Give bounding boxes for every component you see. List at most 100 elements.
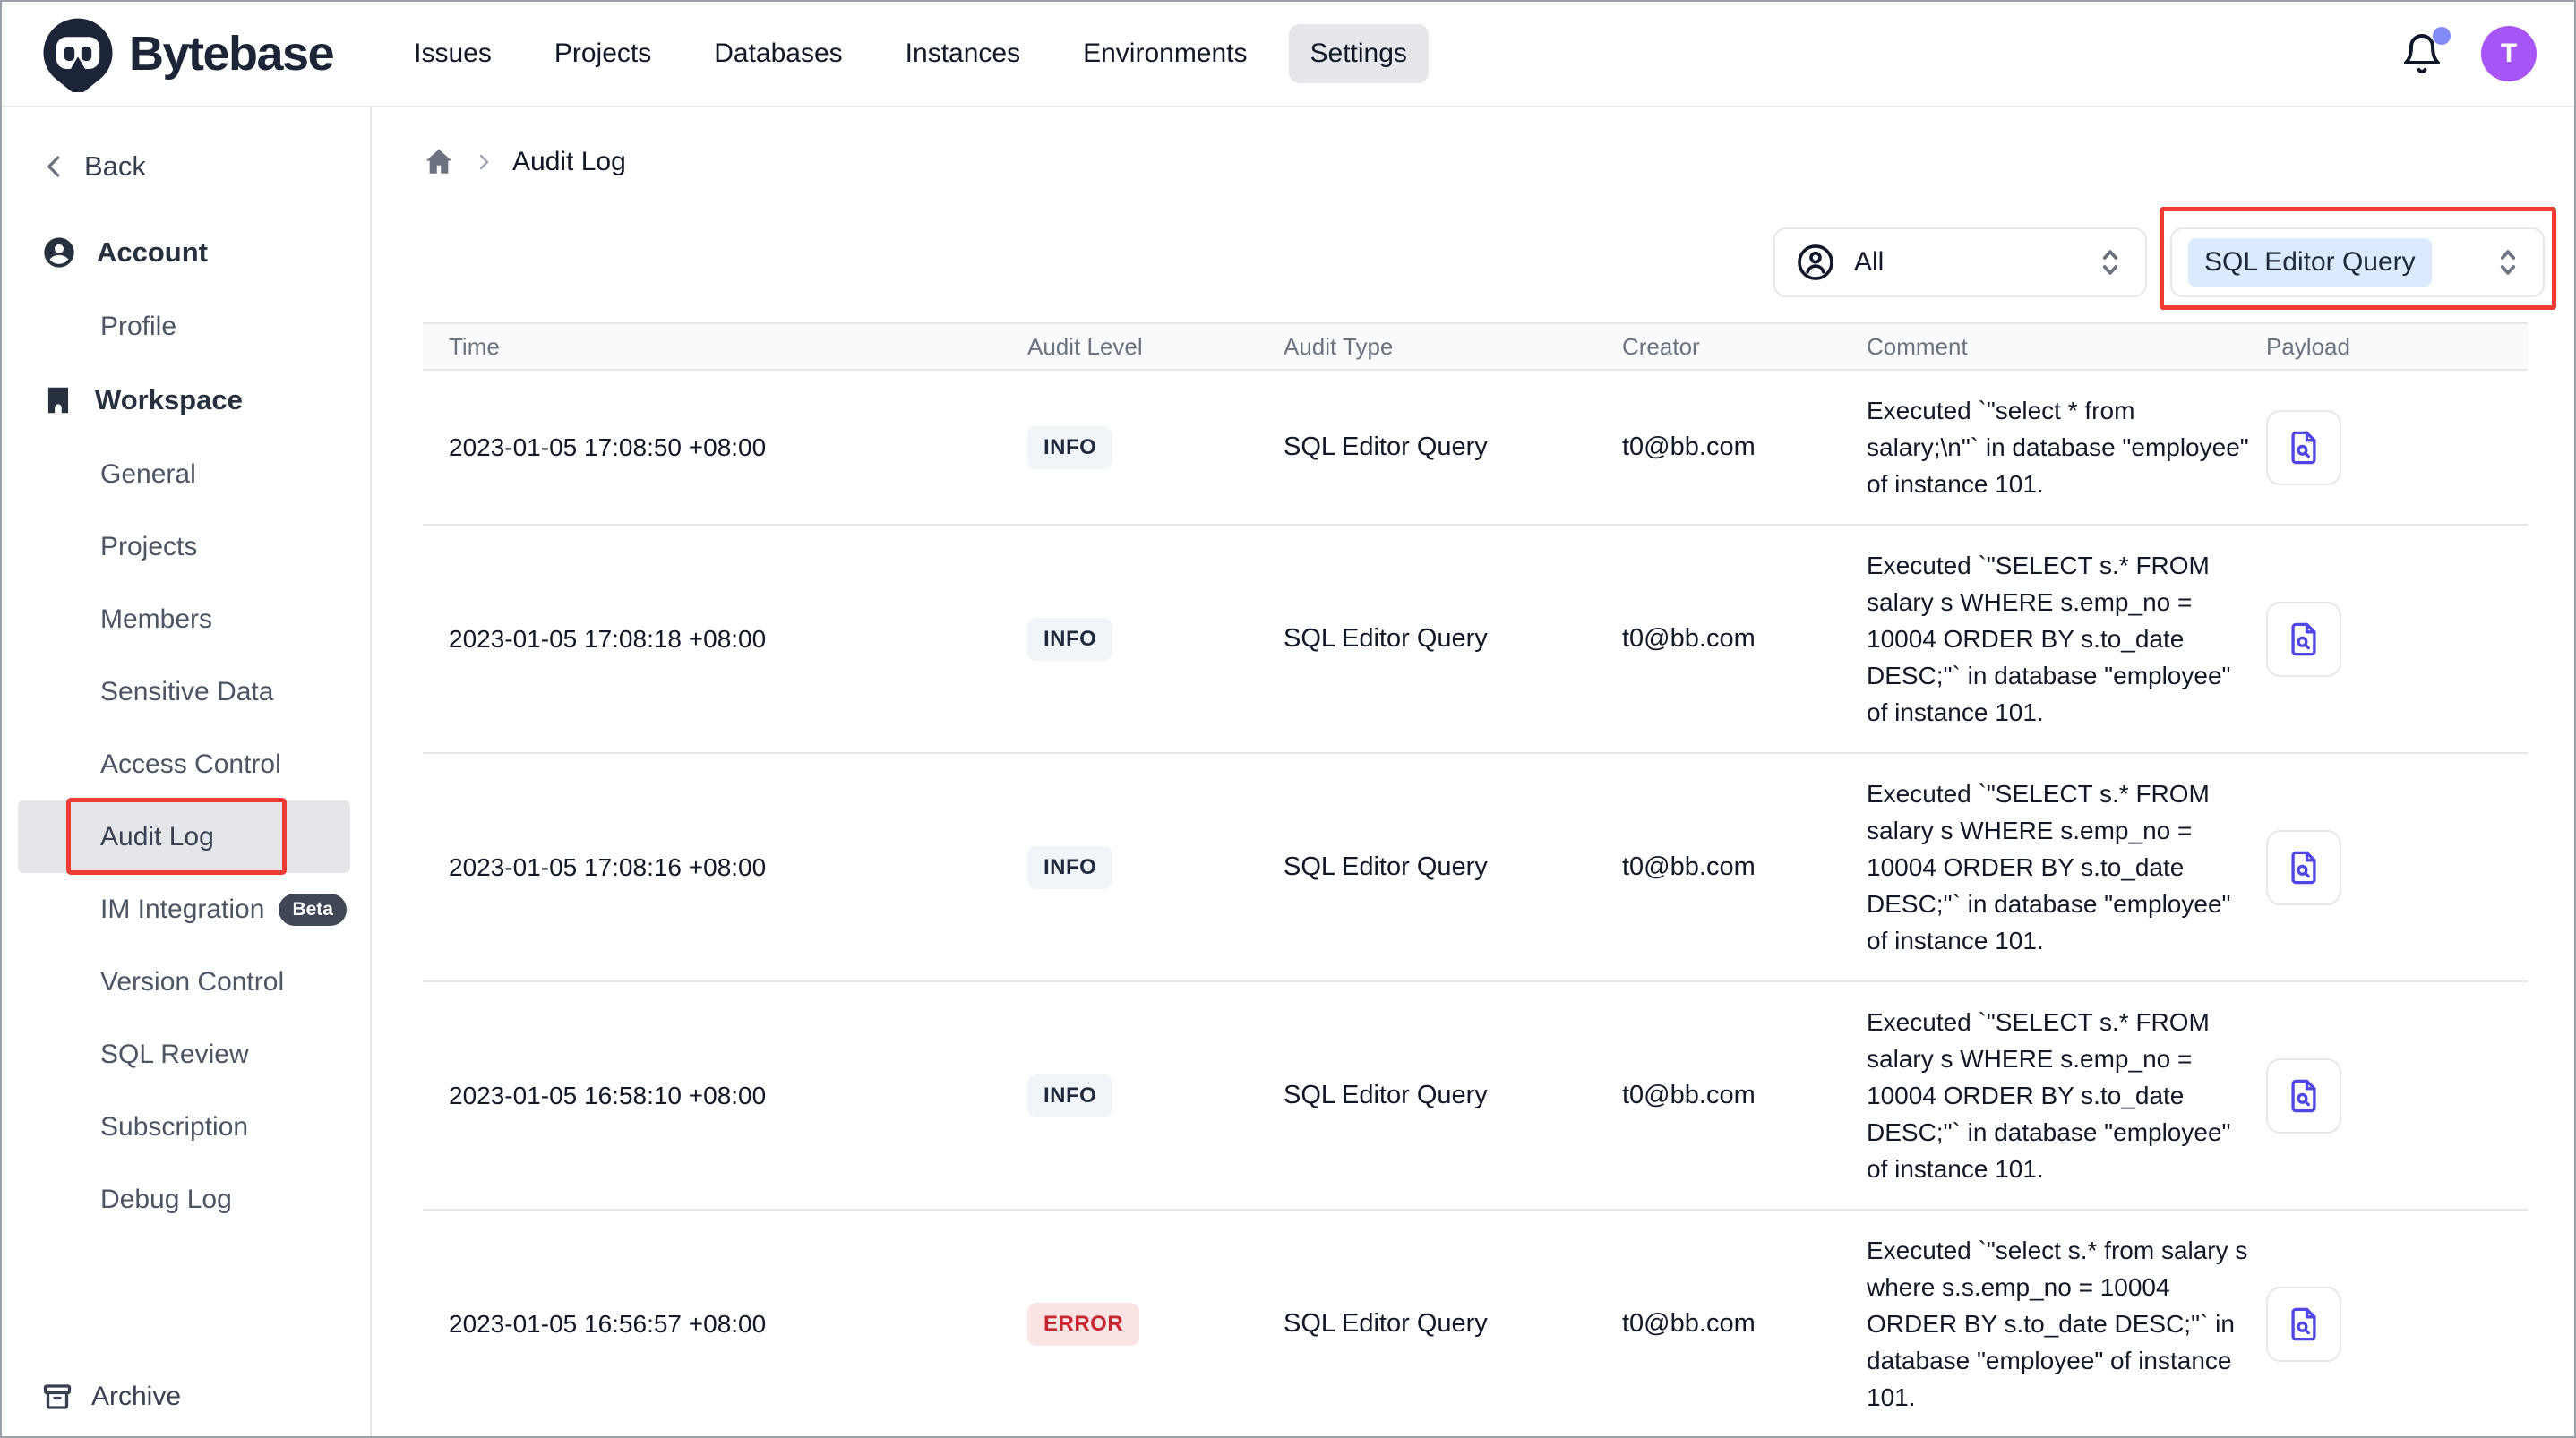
sidebar-item-audit-log[interactable]: Audit Log — [18, 800, 350, 873]
cell-comment: Executed `"select * from salary;\n"` in … — [1867, 392, 2266, 502]
cell-audit-level: INFO — [1027, 846, 1284, 889]
cell-time: 2023-01-05 17:08:16 +08:00 — [423, 853, 1027, 882]
payload-view-button[interactable] — [2266, 602, 2341, 677]
cell-comment: Executed `"SELECT s.* FROM salary s WHER… — [1867, 547, 2266, 731]
file-search-icon — [2285, 429, 2323, 466]
sidebar-item-audit-log-label: Audit Log — [100, 822, 214, 852]
cell-creator: t0@bb.com — [1622, 852, 1867, 882]
sidebar-item-sensitive-data[interactable]: Sensitive Data — [2, 655, 370, 728]
cell-audit-level: INFO — [1027, 426, 1284, 469]
sidebar-item-sql-review[interactable]: SQL Review — [2, 1018, 370, 1091]
column-header-payload: Payload — [2266, 333, 2528, 361]
bytebase-logo[interactable]: Bytebase — [39, 15, 333, 92]
audit-level-badge: INFO — [1027, 1074, 1112, 1117]
back-button[interactable]: Back — [2, 107, 370, 183]
payload-view-button[interactable] — [2266, 1287, 2341, 1362]
cell-time: 2023-01-05 17:08:18 +08:00 — [423, 625, 1027, 654]
cell-audit-type: SQL Editor Query — [1284, 852, 1622, 882]
nav-environments[interactable]: Environments — [1061, 24, 1268, 83]
cell-creator: t0@bb.com — [1622, 432, 1867, 462]
cell-time: 2023-01-05 17:08:50 +08:00 — [423, 433, 1027, 462]
building-icon — [41, 382, 75, 418]
payload-view-button[interactable] — [2266, 410, 2341, 485]
cell-audit-level: ERROR — [1027, 1303, 1284, 1346]
bytebase-logo-icon — [39, 15, 116, 92]
sidebar-item-profile[interactable]: Profile — [2, 290, 370, 363]
sidebar-item-access-control[interactable]: Access Control — [2, 728, 370, 800]
account-header: Account — [97, 236, 208, 269]
file-search-icon — [2285, 1077, 2323, 1115]
file-search-icon — [2285, 849, 2323, 886]
user-avatar[interactable]: T — [2481, 26, 2537, 81]
notification-dot — [2433, 27, 2451, 45]
chevron-left-icon — [41, 153, 68, 180]
user-circle-icon — [41, 235, 77, 270]
cell-time: 2023-01-05 16:56:57 +08:00 — [423, 1310, 1027, 1339]
cell-comment: Executed `"SELECT s.* FROM salary s WHER… — [1867, 775, 2266, 959]
cell-payload — [2266, 1287, 2528, 1362]
nav-databases[interactable]: Databases — [692, 24, 863, 83]
brand-name: Bytebase — [129, 26, 333, 81]
audit-level-badge: INFO — [1027, 618, 1112, 661]
page-title: Audit Log — [512, 147, 626, 177]
settings-sidebar: Back Account Profile Workspace General P… — [2, 107, 372, 1436]
table-row: 2023-01-05 17:08:18 +08:00 INFO SQL Edit… — [423, 526, 2528, 754]
sidebar-item-im-integration[interactable]: IM Integration Beta — [2, 873, 370, 946]
creator-filter-value: All — [1854, 247, 1884, 278]
sidebar-item-projects[interactable]: Projects — [2, 510, 370, 583]
file-search-icon — [2285, 1305, 2323, 1343]
creator-filter-select[interactable]: All — [1773, 227, 2147, 297]
cell-audit-level: INFO — [1027, 618, 1284, 661]
cell-payload — [2266, 602, 2528, 677]
notification-bell-button[interactable] — [2400, 30, 2443, 77]
payload-view-button[interactable] — [2266, 830, 2341, 905]
sidebar-item-general[interactable]: General — [2, 438, 370, 510]
user-circle-outline-icon — [1795, 242, 1836, 283]
column-header-comment: Comment — [1867, 333, 2266, 361]
cell-creator: t0@bb.com — [1622, 1081, 1867, 1110]
audit-level-badge: INFO — [1027, 426, 1112, 469]
column-header-time: Time — [423, 333, 1027, 361]
archive-icon — [41, 1381, 73, 1413]
cell-audit-type: SQL Editor Query — [1284, 432, 1622, 462]
cell-comment: Executed `"select s.* from salary s wher… — [1867, 1232, 2266, 1416]
cell-payload — [2266, 1058, 2528, 1134]
cell-audit-type: SQL Editor Query — [1284, 1081, 1622, 1110]
table-row: 2023-01-05 17:08:50 +08:00 INFO SQL Edit… — [423, 371, 2528, 526]
table-header-row: Time Audit Level Audit Type Creator Comm… — [423, 322, 2528, 371]
workspace-header: Workspace — [95, 384, 243, 416]
nav-issues[interactable]: Issues — [392, 24, 513, 83]
back-label: Back — [84, 150, 146, 183]
sidebar-item-debug-log[interactable]: Debug Log — [2, 1163, 370, 1236]
cell-creator: t0@bb.com — [1622, 1309, 1867, 1339]
cell-payload — [2266, 410, 2528, 485]
table-row: 2023-01-05 16:58:10 +08:00 INFO SQL Edit… — [423, 982, 2528, 1211]
sidebar-item-version-control[interactable]: Version Control — [2, 946, 370, 1018]
nav-settings[interactable]: Settings — [1289, 24, 1429, 83]
nav-projects[interactable]: Projects — [533, 24, 673, 83]
audit-log-table: Time Audit Level Audit Type Creator Comm… — [423, 322, 2528, 1436]
sidebar-item-subscription[interactable]: Subscription — [2, 1091, 370, 1163]
home-icon[interactable] — [423, 146, 455, 178]
audit-level-badge: INFO — [1027, 846, 1112, 889]
file-search-icon — [2285, 621, 2323, 658]
chevron-right-icon — [473, 151, 494, 173]
cell-creator: t0@bb.com — [1622, 624, 1867, 654]
app-window: Bytebase Issues Projects Databases Insta… — [0, 0, 2576, 1438]
payload-view-button[interactable] — [2266, 1058, 2341, 1134]
column-header-creator: Creator — [1622, 333, 1867, 361]
cell-audit-level: INFO — [1027, 1074, 1284, 1117]
table-row: 2023-01-05 16:56:57 +08:00 ERROR SQL Edi… — [423, 1211, 2528, 1436]
table-body: 2023-01-05 17:08:50 +08:00 INFO SQL Edit… — [423, 371, 2528, 1436]
archive-button[interactable]: Archive — [41, 1381, 181, 1413]
breadcrumb: Audit Log — [423, 145, 2528, 179]
filter-row: All SQL Editor Query — [423, 202, 2528, 299]
audit-type-filter-select[interactable]: SQL Editor Query — [2170, 227, 2545, 297]
sidebar-item-members[interactable]: Members — [2, 583, 370, 655]
cell-audit-type: SQL Editor Query — [1284, 1309, 1622, 1339]
column-header-audit-level: Audit Level — [1027, 333, 1284, 361]
workspace-section-header: Workspace — [2, 382, 370, 418]
top-navigation-bar: Bytebase Issues Projects Databases Insta… — [2, 2, 2574, 107]
nav-instances[interactable]: Instances — [884, 24, 1042, 83]
audit-level-badge: ERROR — [1027, 1303, 1139, 1346]
